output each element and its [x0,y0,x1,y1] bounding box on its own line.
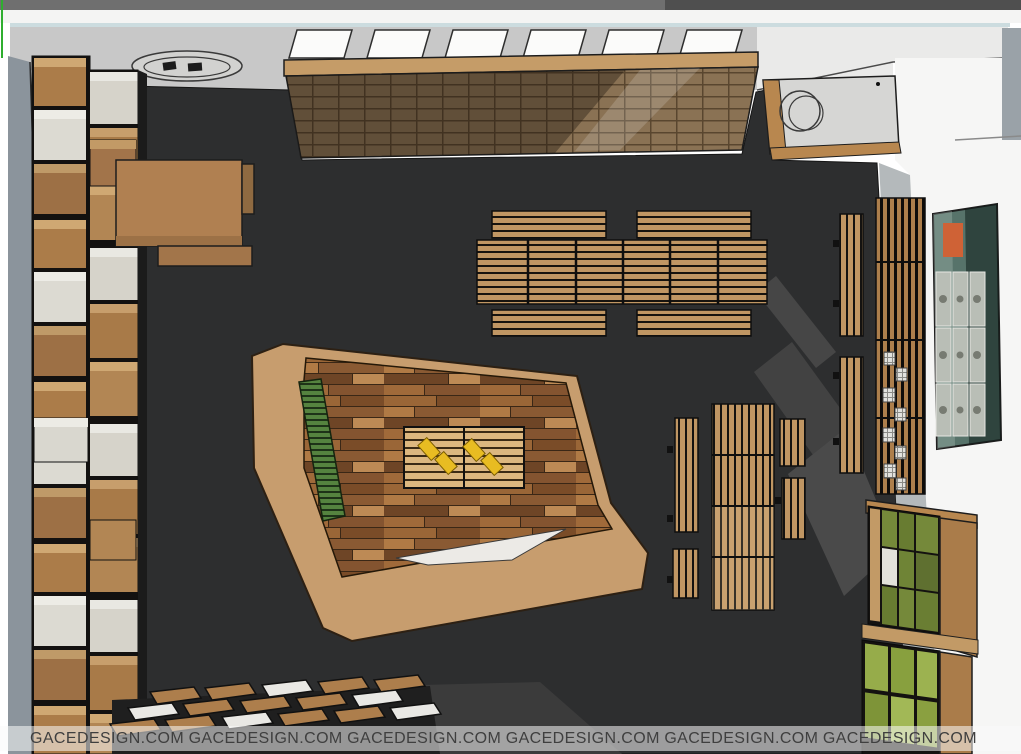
watermark-band: GACEDESIGN.COM GACEDESIGN.COM GACEDESIGN… [0,726,1021,751]
slat-bench-vertical [673,549,698,598]
rack-column [840,214,863,336]
light-fixture-glyph [188,63,203,72]
watermark-text: GACEDESIGN.COM [30,730,184,748]
render-canvas [0,0,1021,754]
poster-orange-panel [943,223,963,257]
watermark-text: GACEDESIGN.COM [823,730,977,748]
render-viewport: GACEDESIGN.COM GACEDESIGN.COM GACEDESIGN… [0,0,1021,754]
slat-bench-vertical [675,418,698,532]
slat-bench [637,310,751,336]
wall-top-white [0,10,1021,23]
ceiling-light-oval [132,51,242,81]
slat-bench [492,310,606,336]
desk-top [116,160,242,246]
service-counter [763,76,901,160]
desk-front-edge [116,236,242,246]
slat-bench-vertical [780,419,805,466]
wall-poster [933,204,1001,449]
desk-side-panel [242,164,254,214]
right-wall-corner-strip [1002,28,1021,140]
rack-column [840,357,863,473]
slatted-display-wall [284,52,758,158]
platform-table [404,427,524,488]
watermark-text: GACEDESIGN.COM [189,730,343,748]
green-cube-cabinet [862,500,978,754]
slat-bench [637,211,751,238]
clerestory-glass-line [10,23,1010,27]
cabinet-upper-cells [868,506,940,634]
shelving-column-outer [32,56,90,754]
watermark-text: GACEDESIGN.COM [347,730,501,748]
desk-return [158,246,252,266]
axis-guide-line [1,0,3,58]
slat-bench [492,211,606,238]
counter-dot [876,82,880,86]
watermark-text: GACEDESIGN.COM [664,730,818,748]
watermark-text: GACEDESIGN.COM [506,730,660,748]
slat-bench-vertical [782,478,805,539]
